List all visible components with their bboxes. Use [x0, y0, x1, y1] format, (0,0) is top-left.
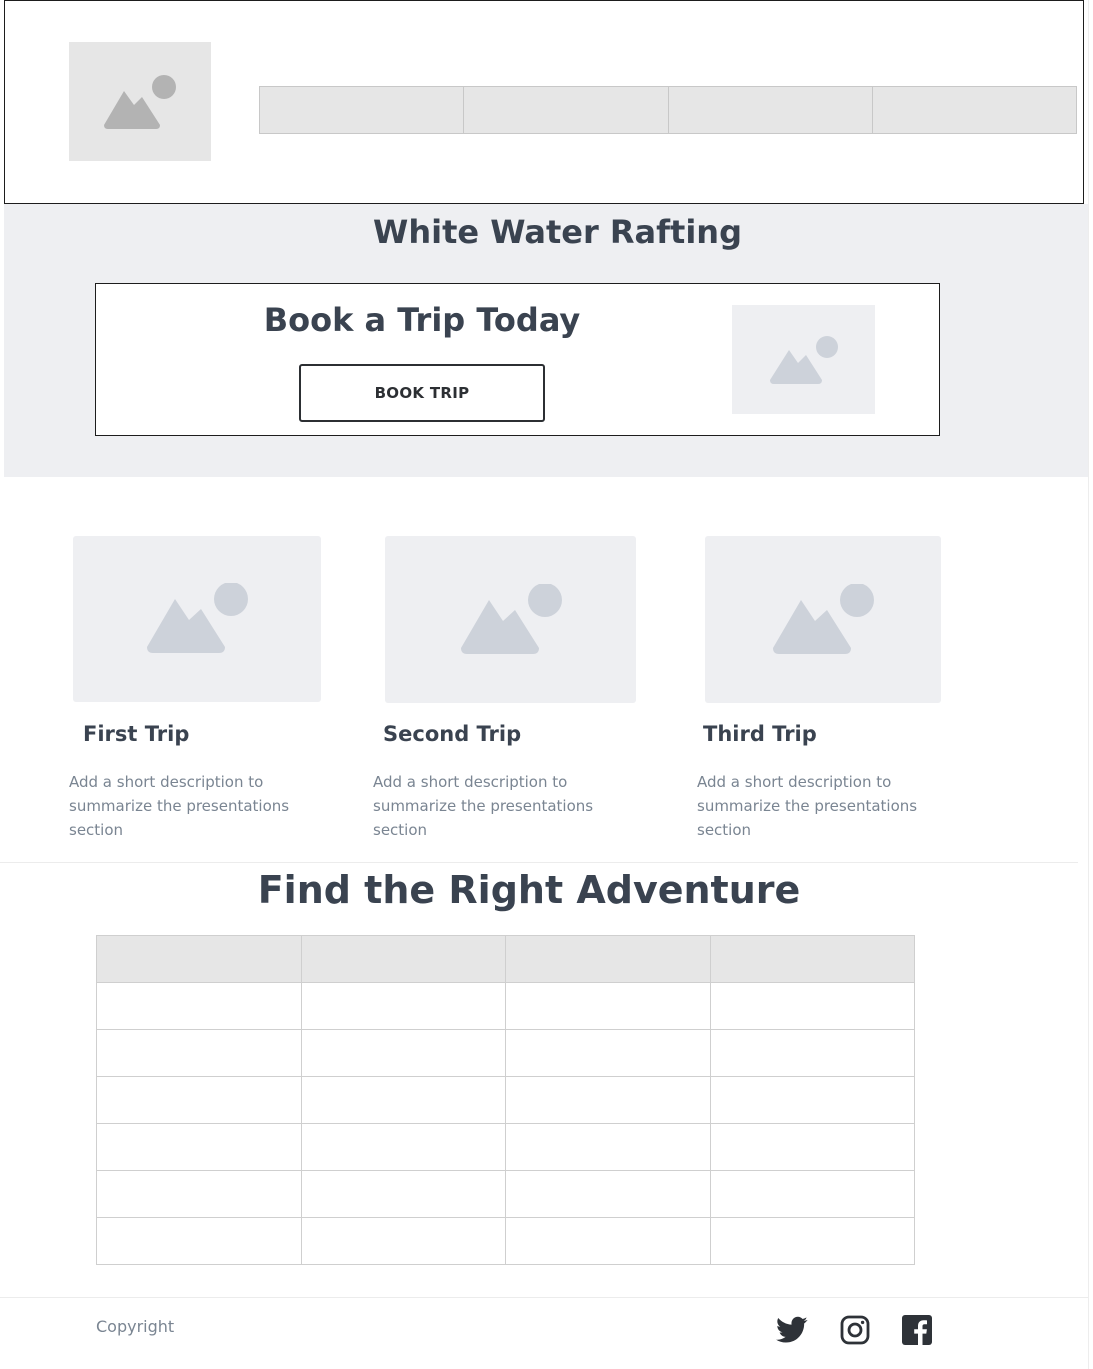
table-cell — [709, 1076, 915, 1124]
image-placeholder-icon — [147, 583, 248, 653]
table-cell — [96, 1217, 302, 1265]
trip-2-title: Second Trip — [383, 722, 522, 746]
nav-item-4[interactable] — [871, 86, 1077, 134]
table-cell — [96, 1029, 302, 1077]
table-header-row — [96, 935, 915, 983]
table-cell — [96, 1076, 302, 1124]
nav-item-2[interactable] — [463, 86, 669, 134]
book-trip-heading: Book a Trip Today — [263, 301, 581, 339]
table-cell — [505, 1029, 711, 1077]
image-placeholder-icon — [773, 583, 874, 654]
image-placeholder-icon — [104, 74, 176, 129]
table-row — [96, 1217, 915, 1265]
adventure-table — [96, 935, 915, 1265]
table-cell — [709, 1170, 915, 1218]
table-row — [96, 1123, 915, 1171]
table-header-cell — [709, 935, 915, 983]
table-cell — [300, 1029, 506, 1077]
nav-item-1[interactable] — [259, 86, 465, 134]
table-cell — [96, 982, 302, 1030]
table-cell — [96, 1123, 302, 1171]
trip-2-description: Add a short description to summarize the… — [373, 773, 594, 839]
trip-1-title: First Trip — [83, 722, 190, 746]
logo-image-placeholder[interactable] — [69, 42, 211, 161]
section-divider — [0, 862, 1078, 863]
table-header-cell — [505, 935, 711, 983]
trip-3-image-placeholder[interactable] — [705, 536, 941, 703]
table-cell — [300, 1123, 506, 1171]
table-cell — [505, 1123, 711, 1171]
trip-3-title: Third Trip — [703, 722, 817, 746]
table-row — [96, 1076, 915, 1124]
instagram-icon[interactable] — [839, 1314, 871, 1346]
trip-2-image-placeholder[interactable] — [385, 536, 636, 703]
twitter-icon[interactable] — [776, 1314, 808, 1346]
table-cell — [300, 1217, 506, 1265]
table-cell — [709, 1123, 915, 1171]
page-edge — [1088, 0, 1089, 1369]
facebook-icon[interactable] — [901, 1314, 933, 1346]
copyright-text: Copyright — [96, 1317, 175, 1336]
trip-1-description: Add a short description to summarize the… — [69, 773, 290, 839]
image-placeholder-icon — [769, 335, 838, 384]
table-row — [96, 1029, 915, 1077]
table-row — [96, 982, 915, 1030]
book-trip-image-placeholder — [732, 305, 875, 414]
image-placeholder-icon — [460, 583, 562, 654]
table-cell — [709, 982, 915, 1030]
table-header-cell — [300, 935, 506, 983]
table-cell — [709, 1029, 915, 1077]
table-cell — [505, 1170, 711, 1218]
table-header-cell — [96, 935, 302, 983]
nav-item-3[interactable] — [667, 86, 873, 134]
table-cell — [505, 1076, 711, 1124]
table-cell — [300, 982, 506, 1030]
table-cell — [300, 1170, 506, 1218]
table-row — [96, 1170, 915, 1218]
table-cell — [300, 1076, 506, 1124]
table-cell — [96, 1170, 302, 1218]
table-cell — [505, 1217, 711, 1265]
table-cell — [709, 1217, 915, 1265]
main-nav — [259, 86, 1077, 134]
table-cell — [505, 982, 711, 1030]
adventure-heading: Find the Right Adventure — [257, 868, 801, 912]
page-title: White Water Rafting — [373, 213, 742, 251]
trip-3-description: Add a short description to summarize the… — [697, 773, 918, 839]
footer-divider — [0, 1297, 1088, 1298]
trip-1-image-placeholder[interactable] — [73, 536, 321, 702]
book-trip-button[interactable]: BOOK TRIP — [299, 364, 545, 422]
